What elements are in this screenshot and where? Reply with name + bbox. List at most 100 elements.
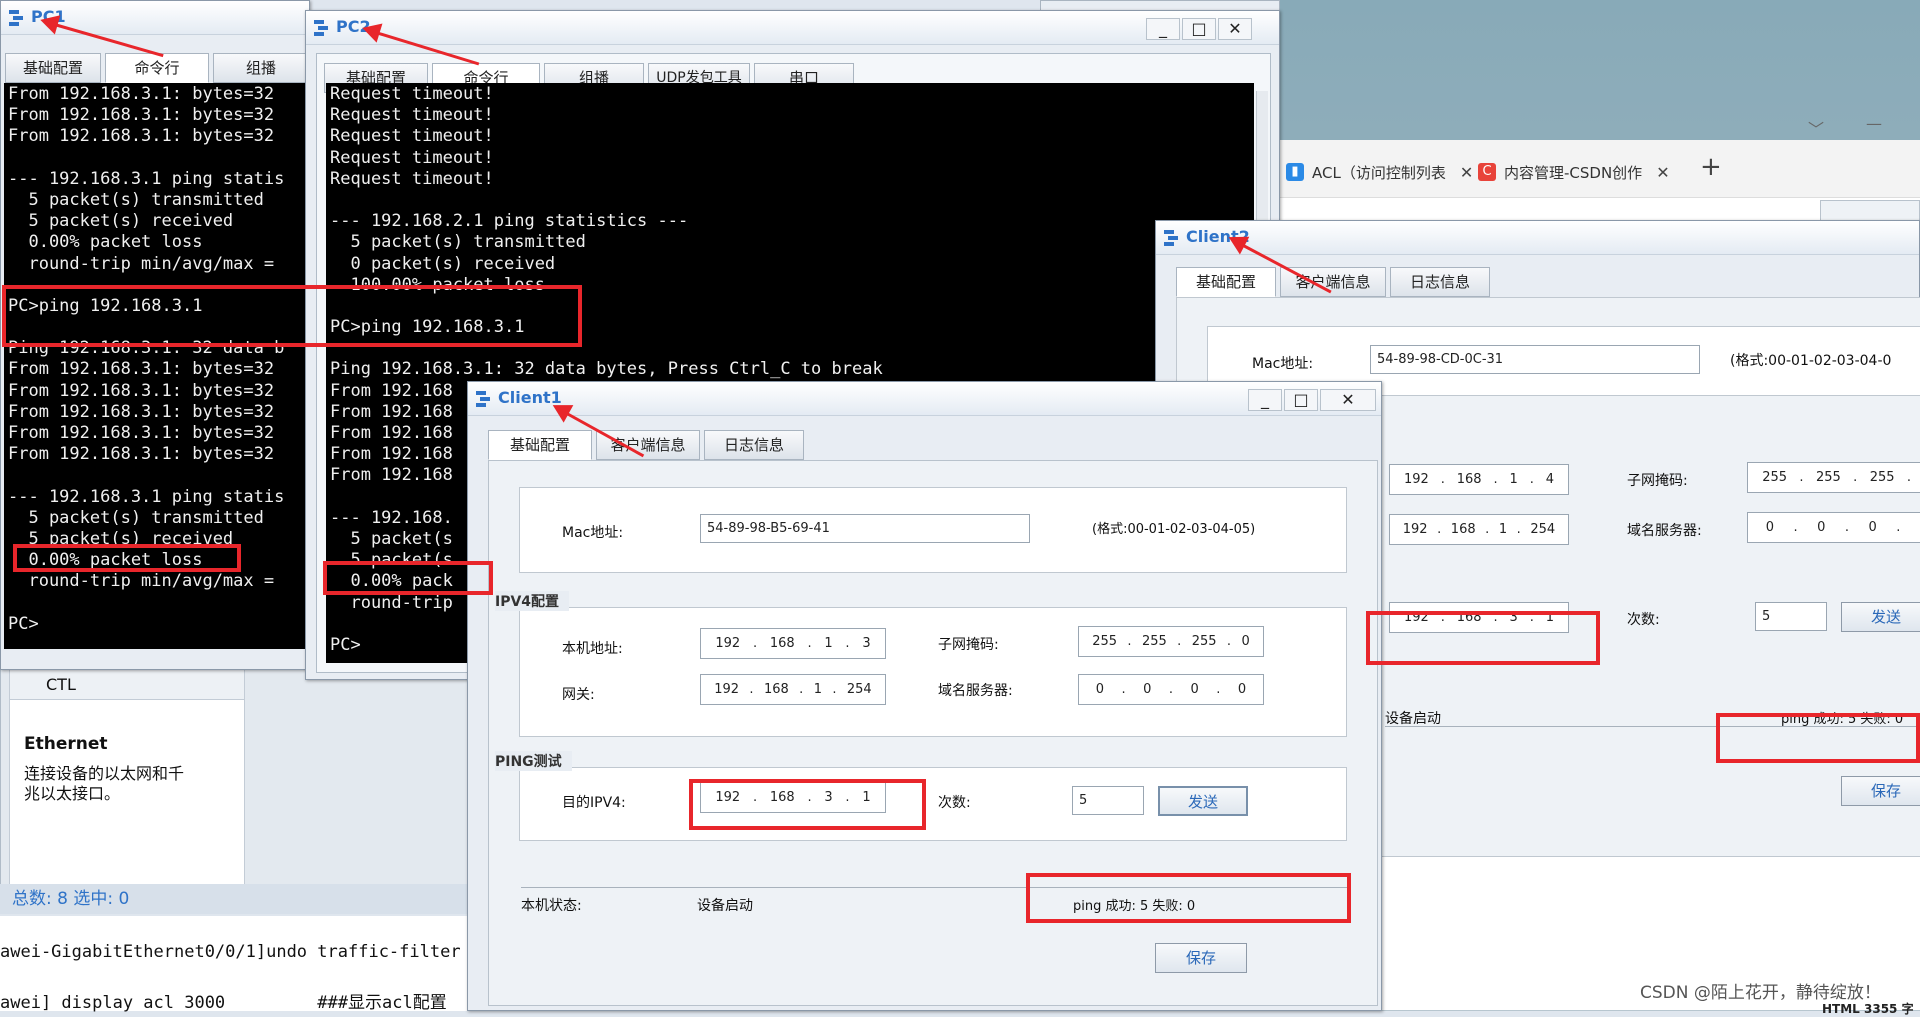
highlight-box xyxy=(1366,611,1600,665)
browser-tab-acl[interactable]: ▮ ACL（访问控制列表 ✕ xyxy=(1286,154,1473,190)
ip-octet[interactable]: 3 xyxy=(862,636,870,651)
ip-octet[interactable]: 255 xyxy=(1816,470,1841,485)
minimize-button[interactable]: _ xyxy=(1146,18,1180,40)
browser-tab-csdn[interactable]: C 内容管理-CSDN创作 ✕ xyxy=(1478,154,1670,190)
status-bar: 总数: 8 选中: 0 xyxy=(0,884,470,914)
mac-field[interactable]: 54-89-98-B5-69-41 xyxy=(700,514,1030,543)
ip-dot: . xyxy=(1227,634,1231,649)
ip-dot: . xyxy=(799,682,803,697)
dns-field[interactable]: 0. 0. 0. 0 xyxy=(1078,674,1264,705)
mask-label: 子网掩码: xyxy=(938,634,999,654)
ip-octet[interactable]: 0 xyxy=(1766,520,1774,535)
ip-octet[interactable]: 192 xyxy=(714,682,739,697)
ip-octet[interactable]: 0 xyxy=(1869,520,1877,535)
gateway-field[interactable]: 192.168.1.254 xyxy=(1389,514,1569,545)
count-field[interactable]: 5 xyxy=(1072,786,1144,815)
count-label: 次数: xyxy=(1627,609,1660,629)
client1-titlebar[interactable]: Client1 _ □ ✕ xyxy=(468,382,1381,416)
mask-field[interactable]: 255.255.255.0 xyxy=(1747,462,1920,493)
dns-field[interactable]: 0.0.0.0 xyxy=(1747,512,1920,543)
close-icon[interactable]: ✕ xyxy=(1460,163,1473,182)
browser-tab-label: ACL（访问控制列表 xyxy=(1312,162,1446,183)
minimize-button[interactable]: _ xyxy=(1248,389,1282,411)
mac-format-hint: (格式:00-01-02-03-04-05) xyxy=(1092,518,1255,537)
minimize-icon[interactable]: — xyxy=(1866,114,1882,133)
ip-octet[interactable]: 1 xyxy=(1499,522,1507,537)
ip-dot: . xyxy=(807,636,811,651)
ip-octet[interactable]: 0 xyxy=(1191,682,1199,697)
mask-field[interactable]: 255.255.255.0 xyxy=(1078,626,1264,657)
ip-octet[interactable]: 255 xyxy=(1192,634,1217,649)
ip-octet[interactable]: 0 xyxy=(1096,682,1104,697)
ip-dot: . xyxy=(1122,682,1126,697)
tab-basic-config[interactable]: 基础配置 xyxy=(5,53,101,83)
send-button[interactable]: 发送 xyxy=(1158,786,1248,816)
ip-octet[interactable]: 254 xyxy=(1530,522,1555,537)
chevron-down-icon[interactable]: ﹀ xyxy=(1808,116,1824,140)
ip-octet[interactable]: 168 xyxy=(764,682,789,697)
pc2-titlebar[interactable]: PC2 _ □ ✕ xyxy=(306,11,1279,45)
save-button[interactable]: 保存 xyxy=(1155,943,1247,973)
count-label: 次数: xyxy=(938,792,971,812)
maximize-button[interactable]: □ xyxy=(1284,389,1318,411)
ip-octet[interactable]: 168 xyxy=(770,636,795,651)
gateway-field[interactable]: 192.168.1.254 xyxy=(700,674,886,705)
ip-octet[interactable]: 1 xyxy=(1510,472,1518,487)
close-icon[interactable]: ✕ xyxy=(1656,163,1669,182)
ip-dot: . xyxy=(1216,682,1220,697)
ip-octet[interactable]: 4 xyxy=(1546,472,1554,487)
ip-dot: . xyxy=(1485,522,1489,537)
ip-octet[interactable]: 0 xyxy=(1238,682,1246,697)
local-ip-field[interactable]: 192.168.1.4 xyxy=(1389,464,1569,495)
ip-octet[interactable]: 255 xyxy=(1762,470,1787,485)
terminal-line: 0 packet(s) received xyxy=(330,254,1250,275)
ip-octet[interactable]: 255 xyxy=(1142,634,1167,649)
mac-label: Mac地址: xyxy=(562,522,623,542)
ip-octet[interactable]: 192 xyxy=(715,636,740,651)
state-value: 设备启动 xyxy=(697,895,753,915)
tab-command-line[interactable]: 命令行 xyxy=(105,53,209,83)
ip-octet[interactable]: 0 xyxy=(1817,520,1825,535)
ip-octet[interactable]: 255 xyxy=(1870,470,1895,485)
cli-line: awei] display acl 3000 ###显示acl配置 xyxy=(0,988,447,1013)
tab-basic-config[interactable]: 基础配置 xyxy=(1176,267,1276,297)
bottom-cli: awei-GigabitEthernet0/0/1]undo traffic-f… xyxy=(0,916,470,1011)
ip-octet[interactable]: 1 xyxy=(824,636,832,651)
local-ip-field[interactable]: 192.168.1.3 xyxy=(700,628,886,659)
maximize-button[interactable]: □ xyxy=(1182,18,1216,40)
app-icon xyxy=(1164,230,1180,246)
state-label: 本机状态: xyxy=(521,895,582,915)
close-button[interactable]: ✕ xyxy=(1320,389,1376,411)
browser-tabbar: ▮ ACL（访问控制列表 ✕ C 内容管理-CSDN创作 ✕ + ﹀ — xyxy=(1268,140,1920,198)
client1-form: Mac地址: 54-89-98-B5-69-41 (格式:00-01-02-03… xyxy=(488,460,1378,1006)
ip-octet[interactable]: 254 xyxy=(847,682,872,697)
new-tab-button[interactable]: + xyxy=(1700,152,1722,182)
ip-octet[interactable]: 0 xyxy=(1143,682,1151,697)
ip-octet[interactable]: 168 xyxy=(1457,472,1482,487)
ip-octet[interactable]: 192 xyxy=(1404,472,1429,487)
ip-octet[interactable]: 192 xyxy=(1403,522,1428,537)
tab-client-info[interactable]: 客户端信息 xyxy=(596,430,700,460)
dns-label: 域名服务器: xyxy=(1627,520,1702,540)
ip-octet[interactable]: 0 xyxy=(1241,634,1249,649)
tab-log-info[interactable]: 日志信息 xyxy=(704,430,804,460)
ip-octet[interactable]: 1 xyxy=(814,682,822,697)
mask-label: 子网掩码: xyxy=(1627,470,1688,490)
ctl-item[interactable]: CTL xyxy=(10,670,244,700)
tab-log-info[interactable]: 日志信息 xyxy=(1390,267,1490,297)
tab-multicast[interactable]: 组播 xyxy=(213,53,309,83)
save-button[interactable]: 保存 xyxy=(1841,776,1920,806)
tab-basic-config[interactable]: 基础配置 xyxy=(488,430,592,460)
terminal-line: 5 packet(s) transmitted xyxy=(8,508,304,529)
ip-dot: . xyxy=(1169,682,1173,697)
ip-octet[interactable]: 168 xyxy=(1451,522,1476,537)
close-button[interactable]: ✕ xyxy=(1218,18,1252,40)
send-button[interactable]: 发送 xyxy=(1841,602,1920,632)
ip-dot: . xyxy=(845,636,849,651)
count-field[interactable]: 5 xyxy=(1755,602,1827,631)
client2-titlebar[interactable]: Client2 xyxy=(1156,221,1919,255)
terminal-line: Request timeout! xyxy=(330,126,1250,147)
mac-field[interactable]: 54-89-98-CD-0C-31 xyxy=(1370,345,1700,374)
ip-octet[interactable]: 255 xyxy=(1092,634,1117,649)
terminal-line: 5 packet(s) transmitted xyxy=(330,232,1250,253)
